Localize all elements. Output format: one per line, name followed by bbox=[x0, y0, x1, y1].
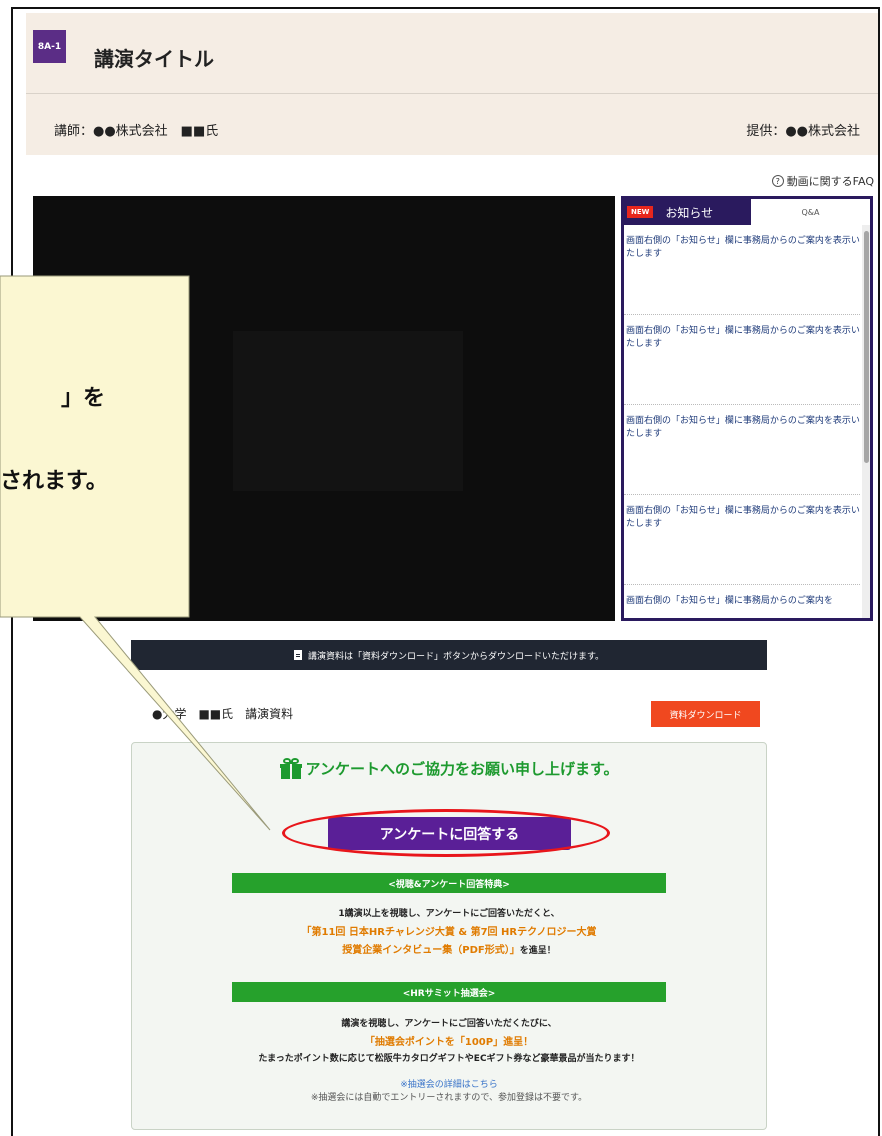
session-header: 8A-1 講演タイトル 講師：●●株式会社 ■■氏 提供：●●株式会社 bbox=[26, 13, 878, 155]
tab-notice-label: お知らせ bbox=[665, 205, 714, 220]
notice-scrollbar-thumb[interactable] bbox=[864, 231, 869, 463]
survey-heading: アンケートへのご協力をお願い申し上げます。 bbox=[305, 759, 619, 778]
document-icon bbox=[293, 650, 302, 660]
survey-heading-row: アンケートへのご協力をお願い申し上げます。 bbox=[132, 757, 766, 779]
video-frame bbox=[233, 331, 463, 491]
section-title-bar: <HRサミット抽選会> bbox=[232, 982, 666, 1002]
notice-item: 画面右側の「お知らせ」欄に事務局からのご案内を表示いたします bbox=[624, 495, 860, 585]
sponsor-label: 提供：●●株式会社 bbox=[746, 124, 860, 139]
notice-tabs: NEW お知らせ Q&A bbox=[624, 199, 870, 225]
tab-qa[interactable]: Q&A bbox=[751, 199, 870, 225]
tab-notice[interactable]: NEW お知らせ bbox=[624, 199, 751, 225]
download-info-bar: 講演資料は「資料ダウンロード」ボタンからダウンロードいただけます。 bbox=[131, 640, 767, 670]
material-label: ●大学 ■■氏 講演資料 bbox=[152, 707, 294, 721]
faq-link[interactable]: ? 動画に関するFAQ bbox=[771, 173, 874, 189]
notice-item: 画面右側の「お知らせ」欄に事務局からのご案内を表示いたします bbox=[624, 315, 860, 405]
header-divider bbox=[26, 93, 878, 94]
notice-list: 画面右側の「お知らせ」欄に事務局からのご案内を表示いたします 画面右側の「お知ら… bbox=[624, 225, 860, 618]
callout-text: されます。 bbox=[0, 469, 108, 494]
highlight-ellipse bbox=[282, 809, 610, 857]
benefit-highlight-line: 授賞企業インタビュー集（PDF形式）」を進呈！ bbox=[132, 941, 766, 956]
lottery-details-link[interactable]: ※抽選会の詳細はこちら bbox=[132, 1077, 766, 1090]
benefit-highlight-text: 授賞企業インタビュー集（PDF形式）」 bbox=[342, 945, 520, 956]
callout-text: 」を bbox=[61, 386, 106, 411]
section-title-bar: <視聴&アンケート回答特典> bbox=[232, 873, 666, 893]
material-download-button[interactable]: 資料ダウンロード bbox=[651, 701, 760, 727]
lottery-note: ※抽選会には自動でエントリーされますので、参加登録は不要です。 bbox=[310, 1093, 588, 1103]
new-badge: NEW bbox=[627, 206, 654, 218]
faq-link-label: 動画に関するFAQ bbox=[786, 175, 874, 188]
lottery-text: 講演を視聴し、アンケートにご回答いただくたびに、 bbox=[341, 1019, 557, 1029]
benefit-highlight: 「第11回 日本HRチャレンジ大賞 & 第7回 HRテクノロジー大賞 bbox=[301, 927, 597, 938]
question-circle-icon: ? bbox=[771, 175, 784, 187]
speaker-label: 講師：●●株式会社 ■■氏 bbox=[54, 124, 219, 139]
notice-item: 画面右側の「お知らせ」欄に事務局からのご案内を表示いたします bbox=[624, 225, 860, 315]
lottery-text: たまったポイント数に応じて松阪牛カタログギフトやECギフト券など豪華景品が当たり… bbox=[258, 1054, 640, 1064]
benefit-suffix: を進呈！ bbox=[519, 946, 556, 956]
download-info-text: 講演資料は「資料ダウンロード」ボタンからダウンロードいただけます。 bbox=[307, 651, 605, 662]
video-player[interactable] bbox=[33, 196, 615, 621]
lottery-highlight: 「抽選会ポイントを「100P」進呈！ bbox=[364, 1037, 534, 1048]
session-title: 講演タイトル bbox=[94, 47, 214, 71]
benefit-text: 1講演以上を視聴し、アンケートにご回答いただくと、 bbox=[338, 909, 560, 919]
notice-item: 画面右側の「お知らせ」欄に事務局からのご案内を bbox=[624, 585, 860, 618]
notice-item: 画面右側の「お知らせ」欄に事務局からのご案内を表示いたします bbox=[624, 405, 860, 495]
survey-panel: アンケートへのご協力をお願い申し上げます。 アンケートに回答する <視聴&アンケ… bbox=[131, 742, 767, 1130]
gift-icon bbox=[279, 757, 302, 779]
session-code-badge: 8A-1 bbox=[33, 30, 66, 63]
notice-panel: NEW お知らせ Q&A 画面右側の「お知らせ」欄に事務局からのご案内を表示いた… bbox=[621, 196, 873, 621]
